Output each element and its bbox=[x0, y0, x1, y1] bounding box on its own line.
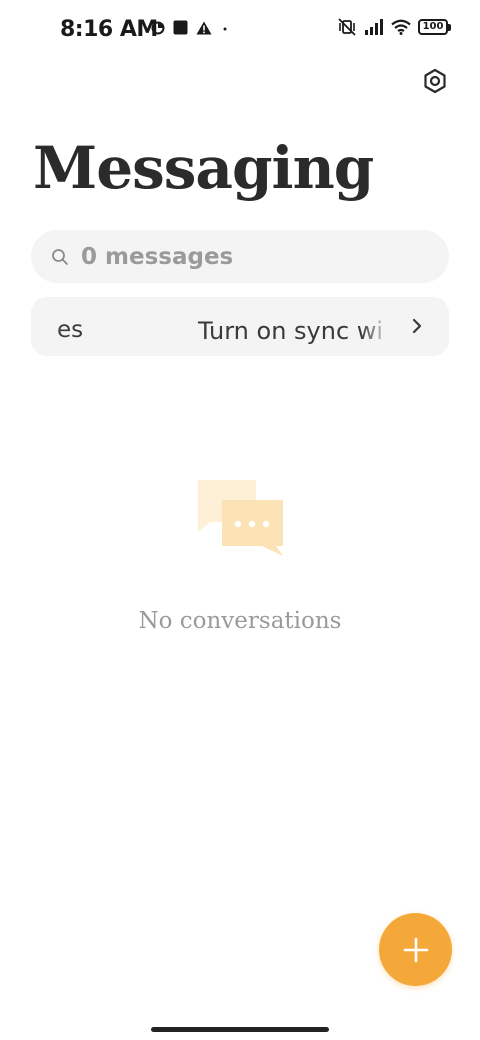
signal-icon bbox=[365, 19, 383, 35]
sync-banner[interactable]: es Turn on sync wi bbox=[31, 297, 449, 356]
messaging-screen: 8:16 AM 100 Messaging 0 messages es Turn… bbox=[0, 0, 480, 1040]
data-saver-icon bbox=[151, 21, 165, 34]
dot-icon bbox=[223, 27, 227, 30]
new-conversation-button[interactable] bbox=[379, 913, 452, 986]
page-title: Messaging bbox=[33, 134, 374, 202]
gear-icon bbox=[424, 68, 446, 94]
warning-icon bbox=[196, 21, 212, 34]
status-system-icons: 100 bbox=[337, 18, 451, 36]
sync-banner-text: Turn on sync wi bbox=[198, 317, 384, 345]
battery-icon: 100 bbox=[418, 19, 451, 35]
muted-vibrate-icon bbox=[338, 18, 356, 36]
search-bar[interactable] bbox=[31, 230, 449, 283]
status-notification-icons bbox=[151, 20, 230, 35]
home-indicator[interactable] bbox=[151, 1027, 329, 1032]
plus-icon bbox=[403, 937, 428, 962]
wifi-icon bbox=[391, 19, 411, 35]
empty-state-text: No conversations bbox=[138, 608, 342, 634]
status-bar: 8:16 AM 100 bbox=[0, 0, 480, 60]
square-notification-icon bbox=[173, 20, 188, 35]
settings-button[interactable] bbox=[420, 66, 450, 96]
search-input[interactable] bbox=[81, 243, 421, 270]
chevron-right-icon bbox=[409, 317, 425, 335]
chat-bubbles-icon bbox=[196, 478, 286, 558]
sync-banner-fragment: es bbox=[57, 317, 84, 343]
sync-marquee: es Turn on sync wi bbox=[31, 297, 391, 356]
search-icon bbox=[51, 247, 71, 267]
status-time: 8:16 AM bbox=[60, 17, 158, 42]
